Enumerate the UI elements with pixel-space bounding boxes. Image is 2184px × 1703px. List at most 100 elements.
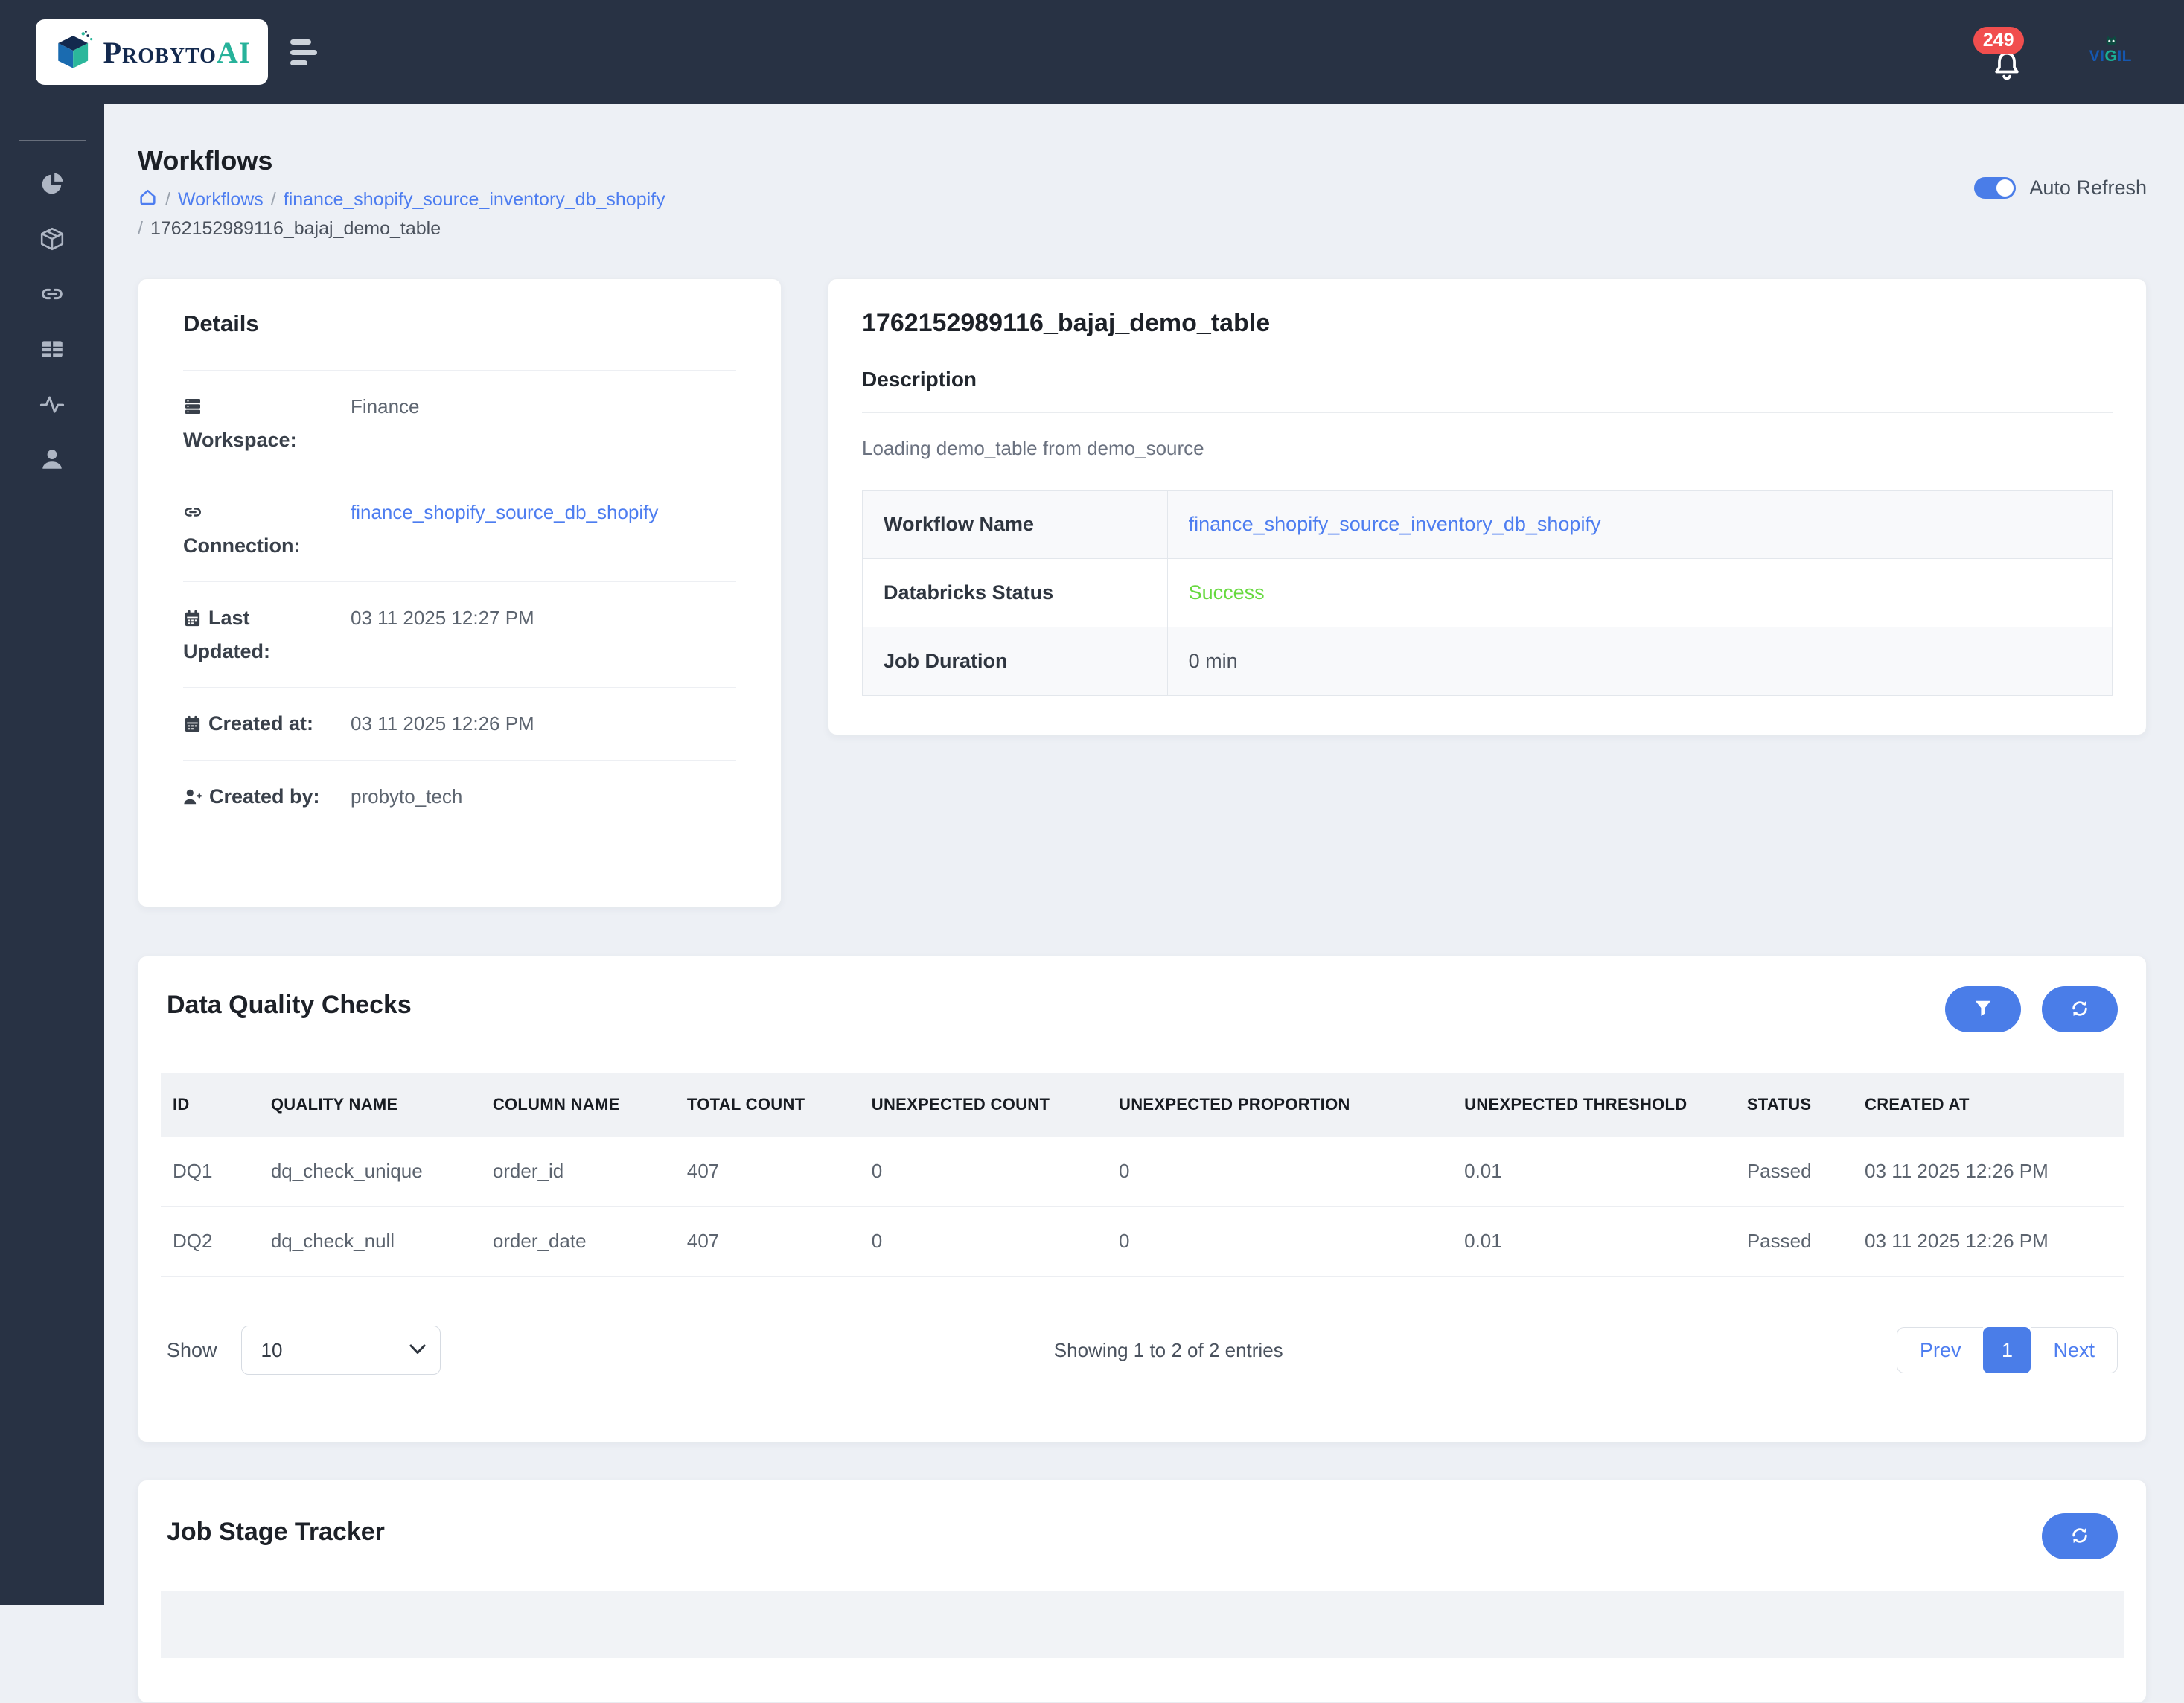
user-plus-icon xyxy=(183,785,209,808)
prev-page-button[interactable]: Prev xyxy=(1896,1327,1984,1373)
table-row[interactable]: DQ2 dq_check_null order_date 407 0 0 0.01 Pas… xyxy=(161,1206,2124,1277)
link-icon xyxy=(183,501,209,523)
show-label: Show xyxy=(167,1338,217,1361)
sidebar-item-tables[interactable] xyxy=(0,323,104,378)
description-heading: Description xyxy=(862,368,977,391)
connection-value-link[interactable]: finance_shopify_source_db_shopify xyxy=(321,496,736,527)
sidebar-item-monitoring[interactable] xyxy=(0,378,104,433)
sidebar-divider xyxy=(19,140,86,141)
data-quality-table: ID QUALITY NAME COLUMN NAME TOTAL COUNT … xyxy=(161,1073,2124,1277)
breadcrumb-separator: / xyxy=(165,188,170,210)
vigil-label: VIGIL xyxy=(2089,48,2132,65)
table-header-row: ID QUALITY NAME COLUMN NAME TOTAL COUNT … xyxy=(161,1073,2124,1137)
status-cell: Passed xyxy=(1734,1137,1853,1207)
refresh-icon xyxy=(2069,998,2090,1021)
brand-logo[interactable]: ProbytoAI xyxy=(36,19,268,85)
col-unexpected-count: UNEXPECTED COUNT xyxy=(859,1073,1107,1137)
jst-refresh-button[interactable] xyxy=(2042,1513,2118,1559)
status-cell: Passed xyxy=(1734,1206,1853,1277)
sidebar-item-users[interactable] xyxy=(0,433,104,488)
package-icon xyxy=(39,226,65,255)
sidebar-item-connections[interactable] xyxy=(0,268,104,323)
job-duration-value: 0 min xyxy=(1188,650,1238,672)
col-unexpected-proportion: UNEXPECTED PROPORTION xyxy=(1107,1073,1453,1137)
breadcrumb-link-workflows[interactable]: Workflows xyxy=(178,189,264,211)
col-unexpected-threshold: UNEXPECTED THRESHOLD xyxy=(1452,1073,1735,1137)
brand-cube-icon xyxy=(53,29,96,76)
jst-table-header-band xyxy=(161,1591,2124,1658)
dq-title: Data Quality Checks xyxy=(167,991,412,1019)
breadcrumb-current: 1762152989116_bajaj_demo_table xyxy=(150,218,441,239)
auto-refresh-toggle[interactable] xyxy=(1974,177,2017,199)
col-status: STATUS xyxy=(1734,1073,1853,1137)
table-row: Workflow Name finance_shopify_source_inv… xyxy=(862,490,2113,559)
breadcrumb-separator: / xyxy=(138,218,143,239)
notifications-bell[interactable]: 249 xyxy=(1973,22,2030,82)
details-row-last-updated: Last Updated: 03 11 2025 12:27 PM xyxy=(183,581,736,687)
calendar-icon xyxy=(183,607,208,629)
breadcrumb-separator: / xyxy=(270,188,276,210)
workflow-name-label: Workflow Name xyxy=(862,490,1168,559)
created-at-value: 03 11 2025 12:26 PM xyxy=(351,712,534,735)
workflow-name-link[interactable]: finance_shopify_source_inventory_db_shop… xyxy=(1189,513,1601,535)
sidebar-item-dashboard[interactable] xyxy=(0,158,104,213)
funnel-icon xyxy=(1973,999,1993,1020)
table-row: Databricks Status Success xyxy=(862,558,2113,627)
created-by-label: Created by: xyxy=(183,780,321,814)
table-row[interactable]: DQ1 dq_check_unique order_id 407 0 0 0.01 Pas… xyxy=(161,1137,2124,1207)
job-stage-tracker-card: Job Stage Tracker xyxy=(138,1480,2147,1703)
vigil-logo[interactable]: VIGIL xyxy=(2089,36,2132,66)
refresh-button[interactable] xyxy=(2042,986,2118,1032)
details-card: Details Workspace: Finance Connection: f… xyxy=(138,278,782,907)
databricks-status-value: Success xyxy=(1188,581,1265,604)
workflow-title: 1762152989116_bajaj_demo_table xyxy=(862,309,1271,337)
pagination: Prev 1 Next xyxy=(1896,1327,2118,1373)
calendar-icon xyxy=(183,712,208,735)
created-at-label: Created at: xyxy=(183,707,321,741)
refresh-icon xyxy=(2069,1525,2090,1548)
col-id: ID xyxy=(161,1073,259,1137)
breadcrumb: / Workflows / finance_shopify_source_inven… xyxy=(138,187,808,240)
top-navbar: ProbytoAI 249 VIGIL xyxy=(0,0,2184,104)
table-row: Job Duration 0 min xyxy=(862,627,2113,696)
entries-summary: Showing 1 to 2 of 2 entries xyxy=(1053,1338,1283,1361)
pie-chart-icon xyxy=(39,171,65,200)
notification-count-badge: 249 xyxy=(1973,27,2024,54)
breadcrumb-home[interactable] xyxy=(138,187,158,212)
table-icon xyxy=(39,336,65,365)
jst-title: Job Stage Tracker xyxy=(167,1518,385,1546)
auto-refresh-label: Auto Refresh xyxy=(2029,176,2147,199)
details-row-workspace: Workspace: Finance xyxy=(183,370,736,476)
last-updated-value: 03 11 2025 12:27 PM xyxy=(351,607,534,630)
details-row-connection: Connection: finance_shopify_source_db_sh… xyxy=(183,476,736,581)
owl-icon xyxy=(2106,36,2117,45)
workflow-description: Loading demo_table from demo_source xyxy=(862,437,1204,459)
workspace-label: Workspace: xyxy=(183,390,321,456)
col-total-count: TOTAL COUNT xyxy=(674,1073,860,1137)
main-content: Workflows / Workflows / finance_shopify_so… xyxy=(104,104,2184,1703)
user-icon xyxy=(39,447,65,476)
details-row-created-at: Created at: 03 11 2025 12:26 PM xyxy=(183,687,736,760)
page-size-select[interactable]: 10 xyxy=(240,1326,441,1375)
data-quality-card: Data Quality Checks ID QUALITY NAME COLU… xyxy=(138,956,2147,1442)
workflow-card: 1762152989116_bajaj_demo_table Descripti… xyxy=(828,278,2147,735)
brand-name: ProbytoAI xyxy=(103,35,252,69)
breadcrumb-link-workflow-name[interactable]: finance_shopify_source_inventory_db_shop… xyxy=(284,189,665,211)
last-updated-label: Last Updated: xyxy=(183,607,270,662)
next-page-button[interactable]: Next xyxy=(2031,1327,2118,1373)
job-duration-label: Job Duration xyxy=(862,627,1168,696)
created-by-value: probyto_tech xyxy=(351,785,463,808)
divider xyxy=(862,412,2113,413)
link-icon xyxy=(39,281,66,311)
sidebar-item-packages[interactable] xyxy=(0,213,104,268)
current-page-button[interactable]: 1 xyxy=(1983,1327,2031,1373)
toggle-knob xyxy=(1996,179,2014,196)
col-quality-name: QUALITY NAME xyxy=(258,1073,481,1137)
sidebar-toggle-icon[interactable] xyxy=(290,39,317,66)
server-icon xyxy=(183,395,209,418)
activity-icon xyxy=(39,391,66,421)
filter-button[interactable] xyxy=(1945,986,2021,1032)
workflow-info-table: Workflow Name finance_shopify_source_inv… xyxy=(862,490,2113,696)
col-column-name: COLUMN NAME xyxy=(480,1073,675,1137)
details-title: Details xyxy=(183,310,259,336)
